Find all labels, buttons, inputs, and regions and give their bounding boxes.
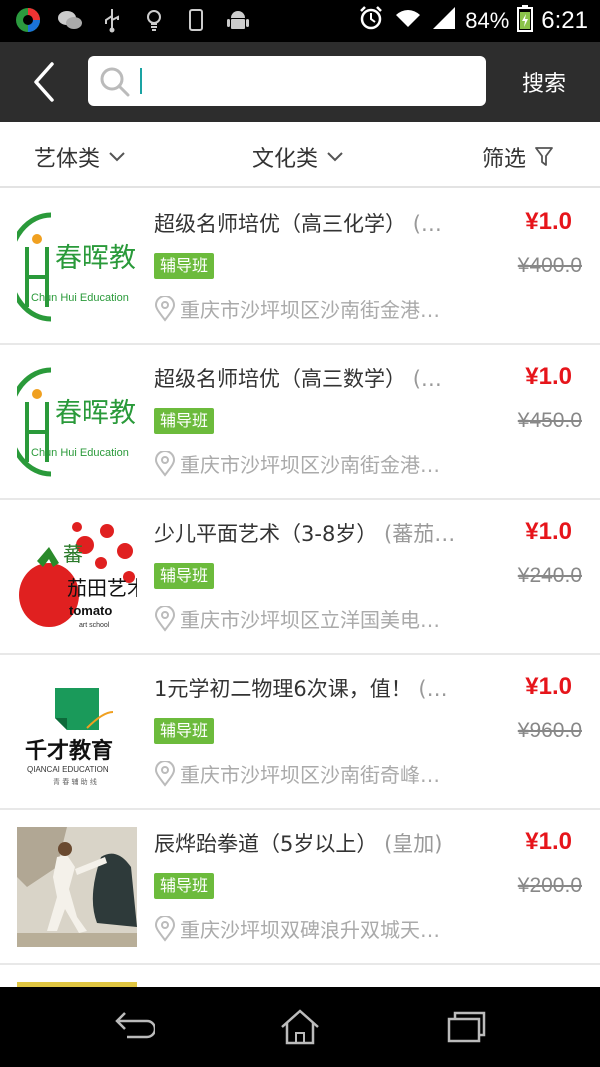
course-address: 重庆沙坪坝双碑浪升双城天… <box>154 914 480 943</box>
current-price: ¥1.0 <box>525 518 572 545</box>
search-input[interactable] <box>144 64 474 98</box>
filter-culture[interactable]: 文化类 <box>252 141 344 173</box>
svg-text:茄田艺术: 茄田艺术 <box>67 576 137 600</box>
chevron-left-icon <box>34 62 54 102</box>
alarm-icon <box>357 4 385 38</box>
clock: 6:21 <box>541 7 588 34</box>
list-item[interactable]: 春晖教育 Chun Hui Education 超级名师培优（高三化学） (… … <box>0 190 600 345</box>
text-caret <box>140 68 142 94</box>
qiancai-logo: 千才教育 QIANCAI EDUCATION 青 春 辅 助 线 <box>17 672 137 792</box>
battery-icon <box>517 4 534 38</box>
svg-text:art school: art school <box>79 622 110 629</box>
taekwondo-photo <box>17 827 137 947</box>
course-title: 少儿平面艺术（3-8岁） (蕃茄… <box>154 522 456 546</box>
svg-text:千才教育: 千才教育 <box>25 738 113 764</box>
current-price: ¥1.0 <box>525 828 572 855</box>
header-bar: 搜索 <box>0 42 600 122</box>
phone-icon <box>182 6 210 34</box>
course-address: 重庆市沙坪坝区沙南街金港… <box>154 294 480 323</box>
location-pin-icon <box>154 605 176 632</box>
location-pin-icon <box>154 295 176 322</box>
location-pin-icon <box>154 450 176 477</box>
tomato-art-logo: 蕃 茄田艺术 tomato art school <box>17 517 137 637</box>
original-price: ¥960.0 <box>517 719 582 742</box>
search-icon <box>98 65 132 103</box>
current-price: ¥1.0 <box>525 363 572 390</box>
search-box[interactable] <box>88 56 486 106</box>
search-button[interactable]: 搜索 <box>522 66 566 98</box>
status-bar: 84% 6:21 <box>0 0 600 42</box>
filter-arts-sports[interactable]: 艺体类 <box>34 141 126 173</box>
category-tag: 辅导班 <box>154 718 215 744</box>
list-item[interactable]: 辰烨跆拳道（5岁以上） (皇加) 辅导班 重庆沙坪坝双碑浪升双城天… ¥1.0 … <box>0 810 600 965</box>
category-tag: 辅导班 <box>154 408 215 434</box>
category-tag: 辅导班 <box>154 253 215 279</box>
nav-home-button[interactable] <box>278 1007 322 1047</box>
chevron-down-icon <box>327 152 343 162</box>
location-pin-icon <box>154 915 176 942</box>
list-item[interactable]: 蕃 茄田艺术 tomato art school 少儿平面艺术（3-8岁） (蕃… <box>0 500 600 655</box>
original-price: ¥450.0 <box>517 409 582 432</box>
app-circle-icon <box>14 6 42 34</box>
svg-text:蕃: 蕃 <box>63 542 83 566</box>
course-title: 辰烨跆拳道（5岁以上） (皇加) <box>154 832 443 856</box>
filter-label: 文化类 <box>252 147 319 172</box>
battery-percent: 84% <box>465 8 510 33</box>
chevron-down-icon <box>109 152 125 162</box>
category-tag: 辅导班 <box>154 873 215 899</box>
system-indicators: 84% 6:21 <box>357 0 588 42</box>
chunhui-logo: 春晖教育 Chun Hui Education <box>17 207 137 327</box>
wifi-icon <box>393 5 423 37</box>
svg-text:Chun Hui Education: Chun Hui Education <box>31 292 129 304</box>
filter-screen[interactable]: 筛选 <box>482 141 554 173</box>
svg-text:青 春 辅 助 线: 青 春 辅 助 线 <box>53 777 97 786</box>
svg-text:Chun Hui Education: Chun Hui Education <box>31 447 129 459</box>
filter-funnel-icon <box>535 147 553 166</box>
course-address: 重庆市沙坪坝区沙南街奇峰… <box>154 759 480 788</box>
filter-bar: 艺体类 文化类 筛选 <box>0 122 600 188</box>
list-item-partial[interactable] <box>0 965 600 987</box>
recent-apps-icon <box>447 1011 486 1043</box>
svg-text:tomato: tomato <box>69 603 112 618</box>
list-item[interactable]: 春晖教育 Chun Hui Education 超级名师培优（高三数学） (… … <box>0 345 600 500</box>
nav-recent-apps-button[interactable] <box>444 1007 488 1047</box>
notification-icons <box>14 6 252 34</box>
course-list: 春晖教育 Chun Hui Education 超级名师培优（高三化学） (… … <box>0 190 600 965</box>
svg-text:QIANCAI EDUCATION: QIANCAI EDUCATION <box>27 765 109 774</box>
filter-label: 艺体类 <box>34 147 101 172</box>
course-address: 重庆市沙坪坝区沙南街金港… <box>154 449 480 478</box>
android-icon <box>224 6 252 34</box>
filter-label: 筛选 <box>482 147 527 172</box>
course-title: 超级名师培优（高三化学） (… <box>154 212 442 236</box>
category-tag: 辅导班 <box>154 563 215 589</box>
current-price: ¥1.0 <box>525 673 572 700</box>
bulb-icon <box>140 6 168 34</box>
usb-icon <box>98 6 126 34</box>
original-price: ¥240.0 <box>517 564 582 587</box>
signal-icon <box>431 5 457 37</box>
current-price: ¥1.0 <box>525 208 572 235</box>
back-arrow-icon <box>115 1012 157 1039</box>
nav-back-button[interactable] <box>111 1007 157 1047</box>
list-item[interactable]: 千才教育 QIANCAI EDUCATION 青 春 辅 助 线 1元学初二物理… <box>0 655 600 810</box>
svg-text:春晖教育: 春晖教育 <box>55 243 137 274</box>
system-nav-bar <box>0 987 600 1067</box>
course-title: 1元学初二物理6次课，值！ (… <box>154 677 448 701</box>
back-button[interactable] <box>26 60 66 104</box>
svg-text:春晖教育: 春晖教育 <box>55 398 137 429</box>
home-icon <box>281 1009 319 1045</box>
wechat-icon <box>56 6 84 34</box>
original-price: ¥200.0 <box>517 874 582 897</box>
original-price: ¥400.0 <box>517 254 582 277</box>
course-address: 重庆市沙坪坝区立洋国美电… <box>154 604 480 633</box>
chunhui-logo: 春晖教育 Chun Hui Education <box>17 362 137 482</box>
course-title: 超级名师培优（高三数学） (… <box>154 367 442 391</box>
location-pin-icon <box>154 760 176 787</box>
